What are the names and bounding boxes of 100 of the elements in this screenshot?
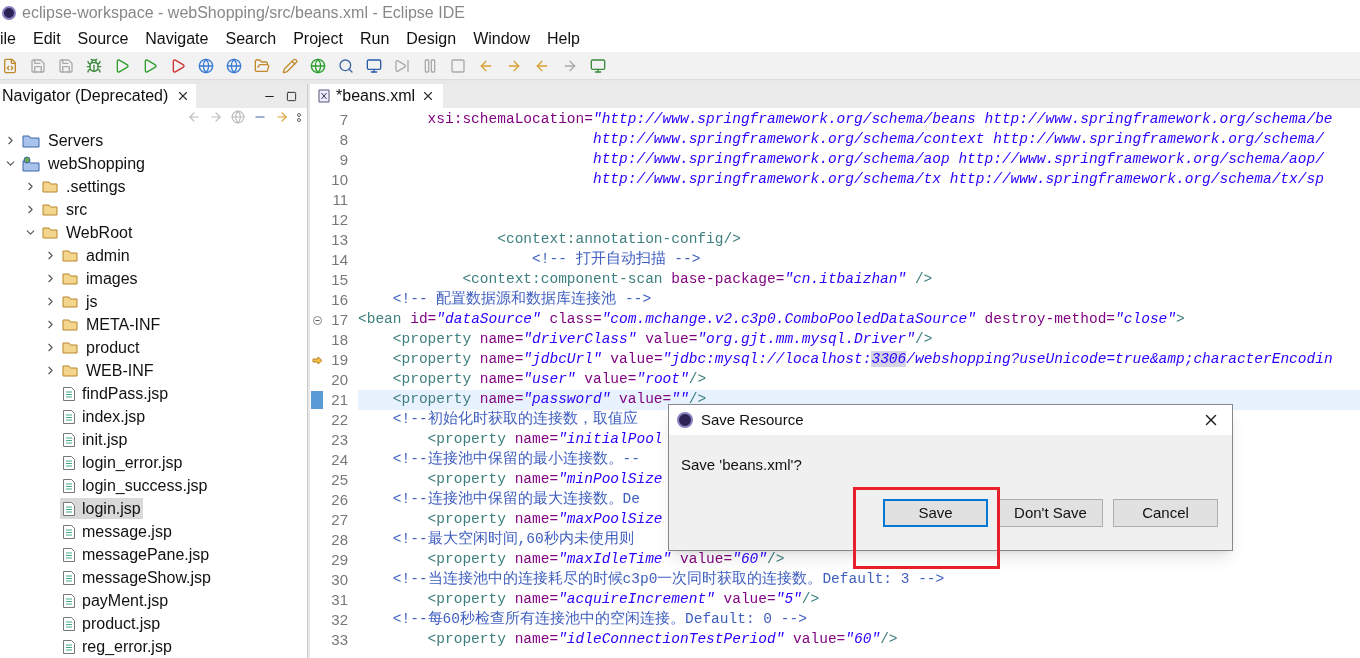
file-icon <box>62 615 76 632</box>
line-number: 22 <box>330 409 348 430</box>
folder-icon <box>42 202 60 217</box>
line-number: 33 <box>330 629 348 650</box>
code-line: <property name="minPoolSize <box>426 470 663 490</box>
menu-item[interactable]: Window <box>473 27 531 51</box>
window-title: eclipse-workspace - webShopping/src/beans.xml - Eclipse IDE <box>22 3 465 23</box>
folder-icon <box>62 248 80 263</box>
pencil-icon[interactable] <box>282 57 298 74</box>
maximize-icon[interactable] <box>286 90 297 102</box>
arrow-marker-icon <box>311 355 323 365</box>
code-line: <property name="password" value=""/> <box>391 390 707 410</box>
play-icon[interactable] <box>170 57 186 74</box>
menu-item[interactable]: Search <box>225 27 277 51</box>
tree-item[interactable]: messageShow.jsp <box>60 567 213 588</box>
tree-item[interactable]: product <box>60 337 142 358</box>
line-number: 28 <box>330 529 348 550</box>
code-line: <!--连接池中保留的最大连接数。De <box>391 489 640 510</box>
tree-item[interactable]: images <box>60 268 140 289</box>
tree-item[interactable]: reg_error.jsp <box>60 636 174 657</box>
tree-item[interactable]: login_success.jsp <box>60 475 210 496</box>
tree-item[interactable]: init.jsp <box>60 429 130 450</box>
file-icon <box>62 569 76 586</box>
dialog-button[interactable]: Don't Save <box>998 499 1103 527</box>
line-number: 21 <box>330 389 348 410</box>
line-number: 8 <box>338 129 348 150</box>
fold-toggle-icon[interactable] <box>312 315 322 325</box>
menu-item[interactable]: Run <box>359 27 390 51</box>
menu-item[interactable]: Design <box>406 27 457 51</box>
dialog-button[interactable]: Cancel <box>1113 499 1218 527</box>
line-number: 26 <box>330 489 348 510</box>
new-file-icon[interactable] <box>2 57 18 74</box>
menu-item[interactable]: Project <box>293 27 343 51</box>
code-line: <!--当连接池中的连接耗尽的时候c3p0一次同时获取的连接数。Default: 3 --> <box>391 569 945 590</box>
code-line: <!-- 配置数据源和数据库连接池 --> <box>391 289 652 310</box>
line-number: 7 <box>338 109 348 130</box>
code-line: <!--每60秒检查所有连接池中的空闲连接。Default: 0 --> <box>391 609 807 630</box>
pause-icon[interactable] <box>422 57 438 74</box>
search-icon[interactable] <box>338 57 354 74</box>
tree-item[interactable]: Servers <box>20 130 106 151</box>
tree-item[interactable]: src <box>40 199 90 220</box>
navigator-tab[interactable]: Navigator (Deprecated) <box>0 84 197 108</box>
dialog-title: Save Resource <box>701 409 805 430</box>
folder-icon <box>62 294 80 309</box>
tree-item[interactable]: index.jsp <box>60 406 148 427</box>
line-number: 29 <box>330 549 348 570</box>
save-icon[interactable] <box>30 57 46 74</box>
tree-item[interactable]: WEB-INF <box>60 360 156 381</box>
globe-icon[interactable] <box>310 57 326 74</box>
tree-item[interactable]: webShopping <box>20 153 147 174</box>
line-number: 19 <box>330 349 348 370</box>
folder-icon[interactable] <box>254 57 270 74</box>
line-number: 18 <box>330 329 348 350</box>
save-all-icon[interactable] <box>58 57 74 74</box>
line-number: 11 <box>331 189 348 210</box>
tree-item[interactable]: message.jsp <box>60 521 174 542</box>
play-icon[interactable] <box>142 57 158 74</box>
tree-item[interactable]: login_error.jsp <box>60 452 185 473</box>
line-number: 25 <box>330 469 348 490</box>
skip-forward-icon[interactable] <box>394 57 410 74</box>
file-icon <box>62 431 76 448</box>
dialog-button[interactable]: Save <box>883 499 988 527</box>
play-icon[interactable] <box>114 57 130 74</box>
menu-item[interactable]: Edit <box>33 27 61 51</box>
tree-item[interactable]: WebRoot <box>40 222 135 243</box>
monitor-icon[interactable] <box>366 57 382 74</box>
globe-icon[interactable] <box>198 57 214 74</box>
tree-item[interactable]: META-INF <box>60 314 163 335</box>
tree-item[interactable]: product.jsp <box>60 613 163 634</box>
code-line: <property name="maxIdleTime" value="60"/> <box>426 550 785 570</box>
tree-item[interactable]: payMent.jsp <box>60 590 171 611</box>
app-logo-icon <box>2 6 16 20</box>
globe-icon[interactable] <box>226 57 242 74</box>
folder-icon <box>62 317 80 332</box>
line-number: 32 <box>330 609 348 630</box>
menu-item[interactable]: Source <box>77 27 129 51</box>
monitor-icon[interactable] <box>590 57 606 74</box>
file-icon <box>62 477 76 494</box>
tree-item[interactable]: findPass.jsp <box>60 383 171 404</box>
code-line: <bean id="dataSource" class="com.mchange.v2.c3p0.ComboPooledDataSource" destroy-method="close"> <box>358 310 1185 330</box>
line-number: 9 <box>338 149 348 170</box>
dialog-message: Save 'beans.xml'? <box>681 456 802 473</box>
line-number: 27 <box>330 509 348 530</box>
folder-icon <box>42 225 60 240</box>
code-line: <property name="initialPool <box>426 430 663 450</box>
folder-icon <box>62 340 80 355</box>
menu-item[interactable]: Help <box>547 27 580 51</box>
tree-item[interactable]: admin <box>60 245 132 266</box>
tree-item[interactable]: .settings <box>40 176 128 197</box>
menu-item[interactable]: Navigate <box>145 27 209 51</box>
code-line: <property name="driverClass" value="org.gjt.mm.mysql.Driver"/> <box>391 330 933 350</box>
tree-item[interactable]: login.jsp <box>60 498 143 519</box>
bug-icon[interactable] <box>86 57 102 74</box>
code-line: <property name="idleConnectionTestPeriod" value="60"/> <box>426 630 898 650</box>
menu-item[interactable]: ile <box>0 27 16 51</box>
tree-item[interactable]: js <box>60 291 100 312</box>
folder-icon <box>62 271 80 286</box>
editor-tab[interactable]: *beans.xml <box>310 84 444 108</box>
code-line: <context:component-scan base-package="cn.itbaizhan" /> <box>461 270 933 290</box>
tree-item[interactable]: messagePane.jsp <box>60 544 212 565</box>
